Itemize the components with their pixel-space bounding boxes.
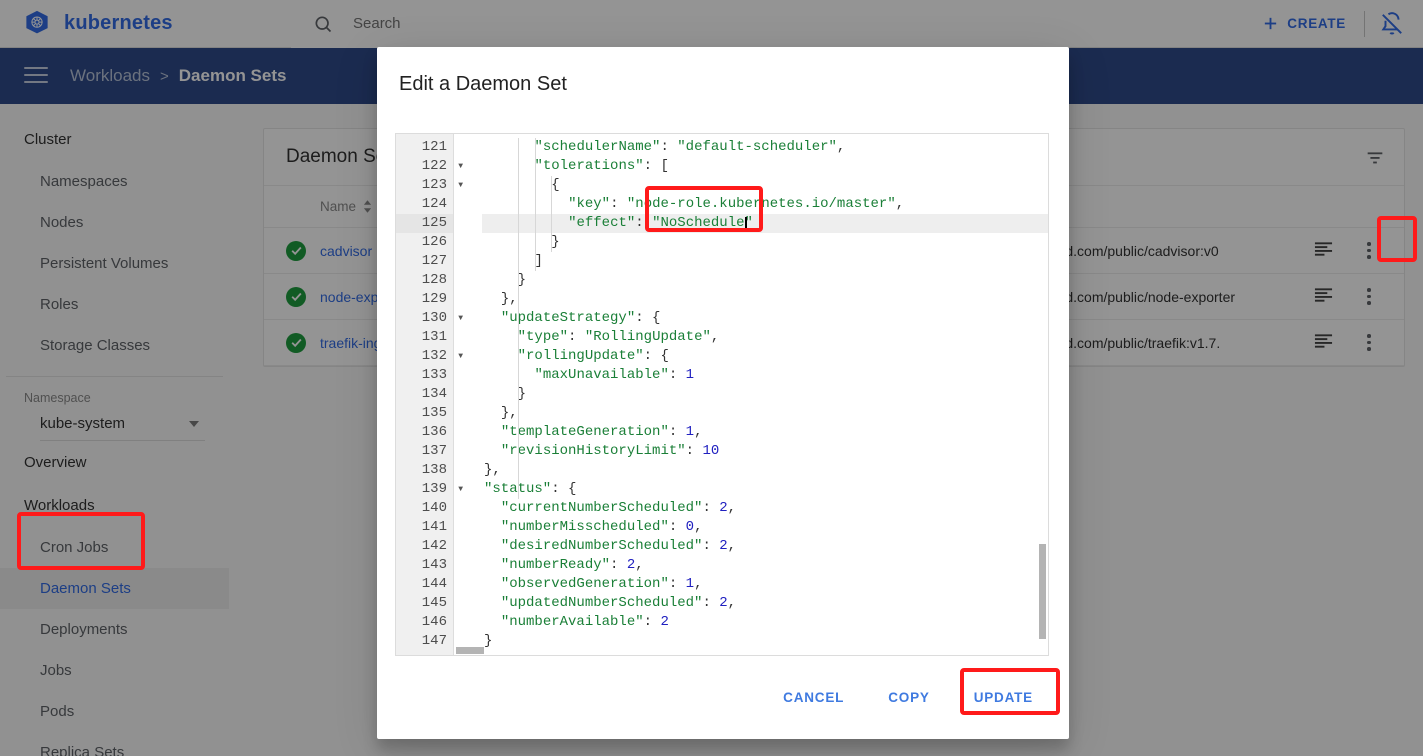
editor-line-number: 137: [396, 442, 453, 461]
editor-fold-cell: [454, 575, 482, 594]
editor-fold-cell: [454, 594, 482, 613]
editor-code-line[interactable]: "revisionHistoryLimit": 10: [482, 442, 1048, 461]
editor-code-line[interactable]: "desiredNumberScheduled": 2,: [482, 537, 1048, 556]
screen-root: kubernetes CREATE: [0, 0, 1423, 756]
editor-fold-cell: [454, 309, 482, 328]
editor-fold-cell: [454, 556, 482, 575]
editor-code-line[interactable]: "currentNumberScheduled": 2,: [482, 499, 1048, 518]
editor-line-number: 125: [396, 214, 453, 233]
editor-line-number: 131: [396, 328, 453, 347]
editor-code-line[interactable]: ]: [482, 252, 1048, 271]
editor-fold-cell: [454, 271, 482, 290]
editor-code-line[interactable]: {: [482, 176, 1048, 195]
editor-fold-cell: [454, 461, 482, 480]
editor-line-number: 127: [396, 252, 453, 271]
editor-code-line[interactable]: "effect": "NoSchedule": [482, 214, 1048, 233]
editor-line-number: 128: [396, 271, 453, 290]
editor-code-line[interactable]: "updateStrategy": {: [482, 309, 1048, 328]
editor-horizontal-scrollbar[interactable]: [456, 647, 484, 654]
editor-fold-cell: [454, 328, 482, 347]
editor-line-number: 140: [396, 499, 453, 518]
editor-line-number: 132▼: [396, 347, 453, 366]
editor-code-line[interactable]: "numberReady": 2,: [482, 556, 1048, 575]
editor-fold-cell: [454, 499, 482, 518]
editor-code-line[interactable]: "observedGeneration": 1,: [482, 575, 1048, 594]
editor-line-number: 144: [396, 575, 453, 594]
editor-line-number: 124: [396, 195, 453, 214]
editor-line-number: 121: [396, 138, 453, 157]
editor-fold-cell: [454, 195, 482, 214]
editor-line-number: 143: [396, 556, 453, 575]
editor-line-number: 146: [396, 613, 453, 632]
editor-fold-cell: [454, 138, 482, 157]
dialog-title: Edit a Daemon Set: [377, 47, 1069, 133]
editor-fold-cell: [454, 537, 482, 556]
editor-line-numbers: 121122▼123▼124125126127128129130▼131132▼…: [396, 134, 454, 655]
editor-code-line[interactable]: }: [482, 632, 1048, 651]
editor-fold-cell: [454, 290, 482, 309]
cancel-button[interactable]: CANCEL: [761, 680, 866, 715]
editor-code-line[interactable]: "rollingUpdate": {: [482, 347, 1048, 366]
copy-button[interactable]: COPY: [866, 680, 951, 715]
editor-code-line[interactable]: "type": "RollingUpdate",: [482, 328, 1048, 347]
editor-code-line[interactable]: "numberMisscheduled": 0,: [482, 518, 1048, 537]
editor-line-number: 129: [396, 290, 453, 309]
editor-fold-cell: [454, 518, 482, 537]
editor-fold-cell: [454, 252, 482, 271]
editor-code-line[interactable]: "maxUnavailable": 1: [482, 366, 1048, 385]
editor-line-number: 138: [396, 461, 453, 480]
editor-line-number: 126: [396, 233, 453, 252]
editor-line-number: 136: [396, 423, 453, 442]
editor-line-number: 147: [396, 632, 453, 651]
editor-line-number: 123▼: [396, 176, 453, 195]
editor-line-number: 134: [396, 385, 453, 404]
editor-fold-cell: [454, 404, 482, 423]
editor-code-line[interactable]: }: [482, 233, 1048, 252]
editor-fold-cell: [454, 214, 482, 233]
editor-fold-cell: [454, 613, 482, 632]
editor-fold-cell: [454, 233, 482, 252]
editor-fold-cell: [454, 157, 482, 176]
editor-code-line[interactable]: "templateGeneration": 1,: [482, 423, 1048, 442]
text-cursor: [745, 217, 747, 232]
editor-line-number: 133: [396, 366, 453, 385]
editor-code-line[interactable]: "updatedNumberScheduled": 2,: [482, 594, 1048, 613]
editor-fold-cell: [454, 176, 482, 195]
json-editor[interactable]: 121122▼123▼124125126127128129130▼131132▼…: [395, 133, 1049, 656]
dialog-actions: CANCEL COPY UPDATE: [377, 656, 1069, 739]
editor-fold-cell: [454, 423, 482, 442]
editor-line-number: 122▼: [396, 157, 453, 176]
editor-line-number: 142: [396, 537, 453, 556]
editor-line-number: 135: [396, 404, 453, 423]
editor-code-line[interactable]: "tolerations": [: [482, 157, 1048, 176]
editor-fold-cell: [454, 442, 482, 461]
editor-code-line[interactable]: },: [482, 290, 1048, 309]
editor-fold-column: [454, 134, 482, 655]
editor-code-area[interactable]: "schedulerName": "default-scheduler", "t…: [482, 134, 1048, 655]
editor-code-line[interactable]: },: [482, 461, 1048, 480]
edit-daemon-set-dialog: Edit a Daemon Set 121122▼123▼12412512612…: [377, 47, 1069, 739]
editor-vertical-scrollbar[interactable]: [1039, 544, 1046, 639]
editor-fold-cell: [454, 366, 482, 385]
editor-fold-cell: [454, 480, 482, 499]
editor-indent-guide: [551, 176, 552, 252]
editor-code-line[interactable]: }: [482, 385, 1048, 404]
editor-fold-cell: [454, 347, 482, 366]
editor-code-line[interactable]: },: [482, 404, 1048, 423]
editor-line-number: 130▼: [396, 309, 453, 328]
editor-code-line[interactable]: "schedulerName": "default-scheduler",: [482, 138, 1048, 157]
editor-line-number: 141: [396, 518, 453, 537]
editor-indent-guide: [535, 138, 536, 271]
editor-code-line[interactable]: "status": {: [482, 480, 1048, 499]
editor-code-line[interactable]: "key": "node-role.kubernetes.io/master",: [482, 195, 1048, 214]
editor-code-line[interactable]: "numberAvailable": 2: [482, 613, 1048, 632]
editor-line-number: 145: [396, 594, 453, 613]
update-button[interactable]: UPDATE: [952, 680, 1055, 715]
editor-line-number: 139▼: [396, 480, 453, 499]
editor-code-line[interactable]: }: [482, 271, 1048, 290]
editor-indent-guide: [518, 138, 519, 499]
editor-fold-cell: [454, 385, 482, 404]
